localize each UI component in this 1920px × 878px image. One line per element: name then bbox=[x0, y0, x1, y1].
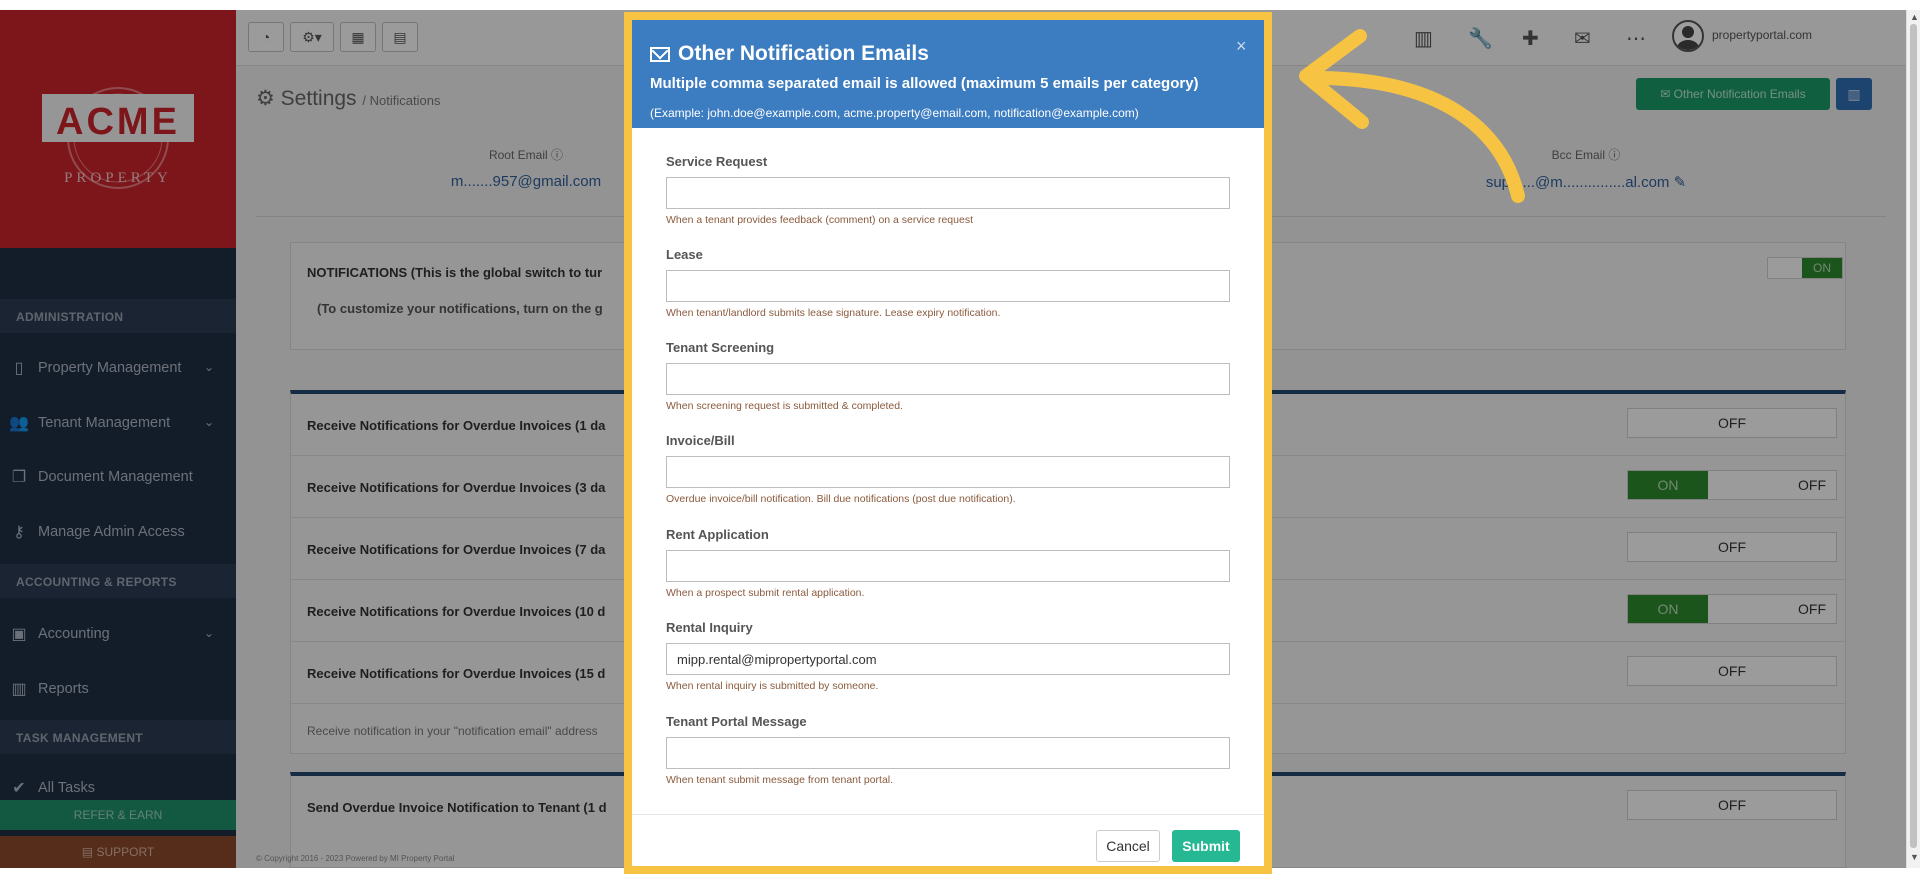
service-request-input[interactable] bbox=[666, 177, 1230, 209]
cancel-button[interactable]: Cancel bbox=[1096, 830, 1160, 862]
other-notification-emails-modal: Other Notification Emails Multiple comma… bbox=[624, 12, 1272, 874]
field-help: When rental inquiry is submitted by some… bbox=[666, 680, 879, 692]
field-label: Rental Inquiry bbox=[666, 620, 753, 635]
field-help: When a prospect submit rental applicatio… bbox=[666, 587, 865, 599]
field-rent-application: Rent Application When a prospect submit … bbox=[666, 527, 1230, 599]
field-label: Tenant Portal Message bbox=[666, 714, 807, 729]
annotation-arrow-icon bbox=[1299, 29, 1525, 203]
field-rental-inquiry: Rental Inquiry When rental inquiry is su… bbox=[666, 620, 1230, 692]
field-label: Service Request bbox=[666, 154, 768, 169]
field-help: When tenant/landlord submits lease signa… bbox=[666, 307, 1001, 319]
field-label: Lease bbox=[666, 247, 703, 262]
submit-button[interactable]: Submit bbox=[1172, 830, 1240, 862]
tenant-portal-message-input[interactable] bbox=[666, 737, 1230, 769]
close-icon[interactable]: × bbox=[1236, 36, 1247, 57]
scroll-thumb[interactable] bbox=[1910, 24, 1917, 848]
field-help: Overdue invoice/bill notification. Bill … bbox=[666, 493, 1016, 505]
page-scrollbar[interactable]: ▲ ▼ bbox=[1906, 10, 1920, 868]
field-help: When screening request is submitted & co… bbox=[666, 400, 903, 412]
modal-title: Other Notification Emails bbox=[650, 42, 929, 66]
modal-header: Other Notification Emails Multiple comma… bbox=[632, 20, 1264, 128]
modal-title-text: Other Notification Emails bbox=[678, 42, 929, 65]
field-tenant-screening: Tenant Screening When screening request … bbox=[666, 340, 1230, 412]
field-lease: Lease When tenant/landlord submits lease… bbox=[666, 247, 1230, 319]
field-label: Rent Application bbox=[666, 527, 769, 542]
field-tenant-portal-message: Tenant Portal Message When tenant submit… bbox=[666, 714, 1230, 786]
rental-inquiry-input[interactable] bbox=[666, 643, 1230, 675]
rent-application-input[interactable] bbox=[666, 550, 1230, 582]
scroll-up-icon[interactable]: ▲ bbox=[1910, 12, 1919, 22]
modal-example: (Example: john.doe@example.com, acme.pro… bbox=[650, 106, 1139, 120]
scroll-down-icon[interactable]: ▼ bbox=[1910, 852, 1919, 862]
field-service-request: Service Request When a tenant provides f… bbox=[666, 154, 1230, 226]
tenant-screening-input[interactable] bbox=[666, 363, 1230, 395]
field-help: When a tenant provides feedback (comment… bbox=[666, 214, 973, 226]
invoice-bill-input[interactable] bbox=[666, 456, 1230, 488]
envelope-icon bbox=[650, 46, 670, 62]
field-help: When tenant submit message from tenant p… bbox=[666, 774, 894, 786]
modal-footer-divider bbox=[632, 814, 1264, 815]
field-label: Tenant Screening bbox=[666, 340, 775, 355]
field-label: Invoice/Bill bbox=[666, 433, 735, 448]
lease-input[interactable] bbox=[666, 270, 1230, 302]
modal-subtitle: Multiple comma separated email is allowe… bbox=[650, 75, 1199, 92]
field-invoice-bill: Invoice/Bill Overdue invoice/bill notifi… bbox=[666, 433, 1230, 505]
